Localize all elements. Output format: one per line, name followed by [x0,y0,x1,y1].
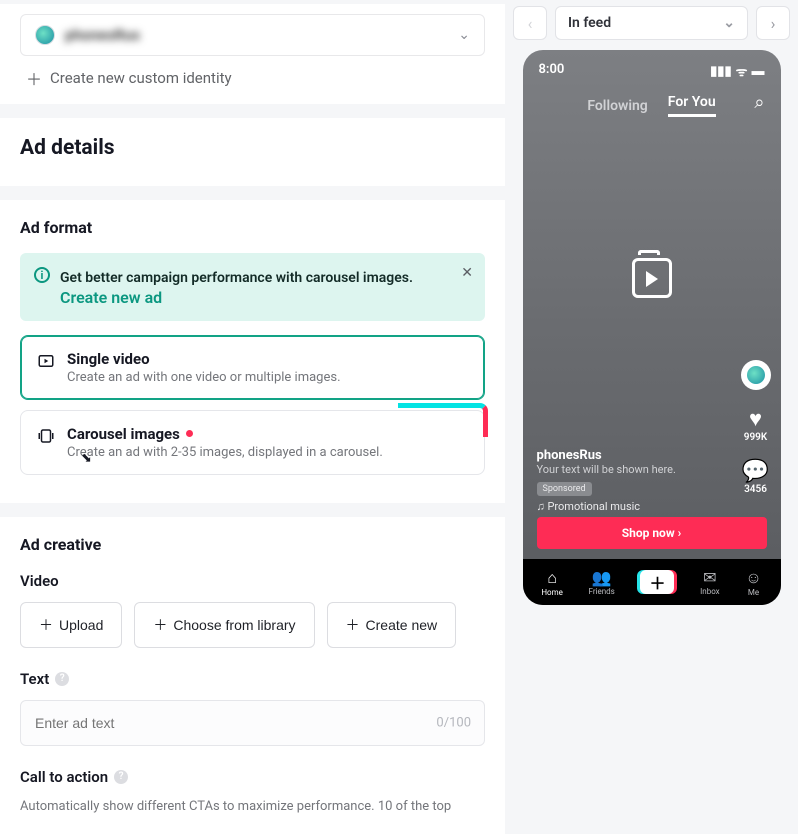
preview-text-placeholder: Your text will be shown here. [537,463,711,476]
help-icon[interactable]: ? [55,672,69,686]
help-icon[interactable]: ? [114,770,128,784]
wifi-icon: ᯤ [736,62,748,80]
tip-create-ad-link[interactable]: Create new ad [60,288,162,307]
search-icon[interactable]: ⌕ [754,92,764,113]
tab-following[interactable]: Following [587,98,647,114]
friends-icon: 👥 [592,568,612,587]
phone-preview: 8:00 ▮▮▮ ᯤ ▬ Following For You ⌕ ♥999K 💬… [523,50,781,605]
section-ad-details: Ad details [20,118,485,168]
highlight-marker [398,403,488,437]
create-identity-label: Create new custom identity [50,69,232,87]
plus-icon: ＋ [346,615,360,635]
preview-profile-avatar[interactable] [741,360,771,390]
preview-prev-button[interactable]: ‹ [513,6,547,40]
carousel-tip-banner: i Get better campaign performance with c… [20,253,485,321]
like-count[interactable]: ♥999K [744,406,767,443]
tab-foryou[interactable]: For You [668,94,716,117]
video-label: Video [20,572,485,590]
chevron-left-icon: ‹ [528,14,533,33]
char-counter: 0/100 [436,715,471,730]
preview-mode-select[interactable]: In feed ⌄ [555,6,748,40]
tip-text: Get better campaign performance with car… [60,270,413,286]
section-ad-creative: Ad creative [20,535,485,554]
status-time: 8:00 [539,62,565,80]
signal-icon: ▮▮▮ [710,64,731,79]
nav-home[interactable]: ⌂Home [541,568,563,597]
inbox-icon: ✉ [703,568,716,587]
identity-avatar [35,25,55,45]
create-identity-button[interactable]: ＋ Create new custom identity [20,56,485,94]
nav-friends[interactable]: 👥Friends [589,568,615,596]
preview-mode-label: In feed [568,15,611,31]
nav-create[interactable]: ＋ [640,570,674,594]
chevron-right-icon: › [771,14,776,33]
ad-text-input[interactable] [20,700,485,746]
format-single-video[interactable]: Single video Create an ad with one video… [20,335,485,400]
new-indicator-dot [186,430,193,437]
plus-icon: ＋ [153,615,167,635]
text-label: Text? [20,670,485,688]
chevron-down-icon: ⌄ [723,15,735,31]
video-icon [37,352,55,370]
cta-label: Call to action? [20,768,485,786]
section-ad-format: Ad format [20,218,485,237]
profile-icon: ☺ [745,568,761,588]
comment-count[interactable]: 💬3456 [742,459,769,495]
media-placeholder-icon [632,258,672,298]
close-icon[interactable]: ✕ [461,265,473,281]
nav-inbox[interactable]: ✉Inbox [700,568,720,596]
choose-library-button[interactable]: ＋Choose from library [134,602,314,648]
upload-button[interactable]: ＋Upload [20,602,122,648]
create-new-button[interactable]: ＋Create new [327,602,457,648]
format-desc: Create an ad with one video or multiple … [67,370,341,385]
status-indicators: ▮▮▮ ᯤ ▬ [710,62,764,80]
plus-icon: ＋ [39,615,53,635]
heart-icon: ♥ [749,406,762,432]
preview-account: phonesRus [537,448,711,463]
nav-me[interactable]: ☺Me [745,568,761,597]
format-desc: Create an ad with 2-35 images, displayed… [67,445,383,460]
home-icon: ⌂ [547,568,557,588]
bottom-nav: ⌂Home 👥Friends ＋ ✉Inbox ☺Me [523,559,781,605]
chevron-down-icon: ⌄ [458,27,470,43]
cta-description: Automatically show different CTAs to max… [20,798,485,816]
preview-cta-button[interactable]: Shop now › [537,517,767,549]
carousel-icon [37,427,55,445]
battery-icon: ▬ [752,63,765,79]
format-title: Carousel images [67,425,180,443]
plus-icon: ＋ [26,66,42,90]
identity-name: phonesRus [65,26,140,44]
format-title: Single video [67,350,341,368]
comment-icon: 💬 [742,459,769,484]
format-carousel-images[interactable]: Carousel images Create an ad with 2-35 i… [20,410,485,475]
preview-next-button[interactable]: › [756,6,790,40]
info-icon: i [34,267,50,283]
preview-music: ♫ Promotional music [537,500,711,513]
identity-selector[interactable]: phonesRus ⌄ [20,14,485,56]
sponsored-badge: Sponsored [537,482,592,496]
